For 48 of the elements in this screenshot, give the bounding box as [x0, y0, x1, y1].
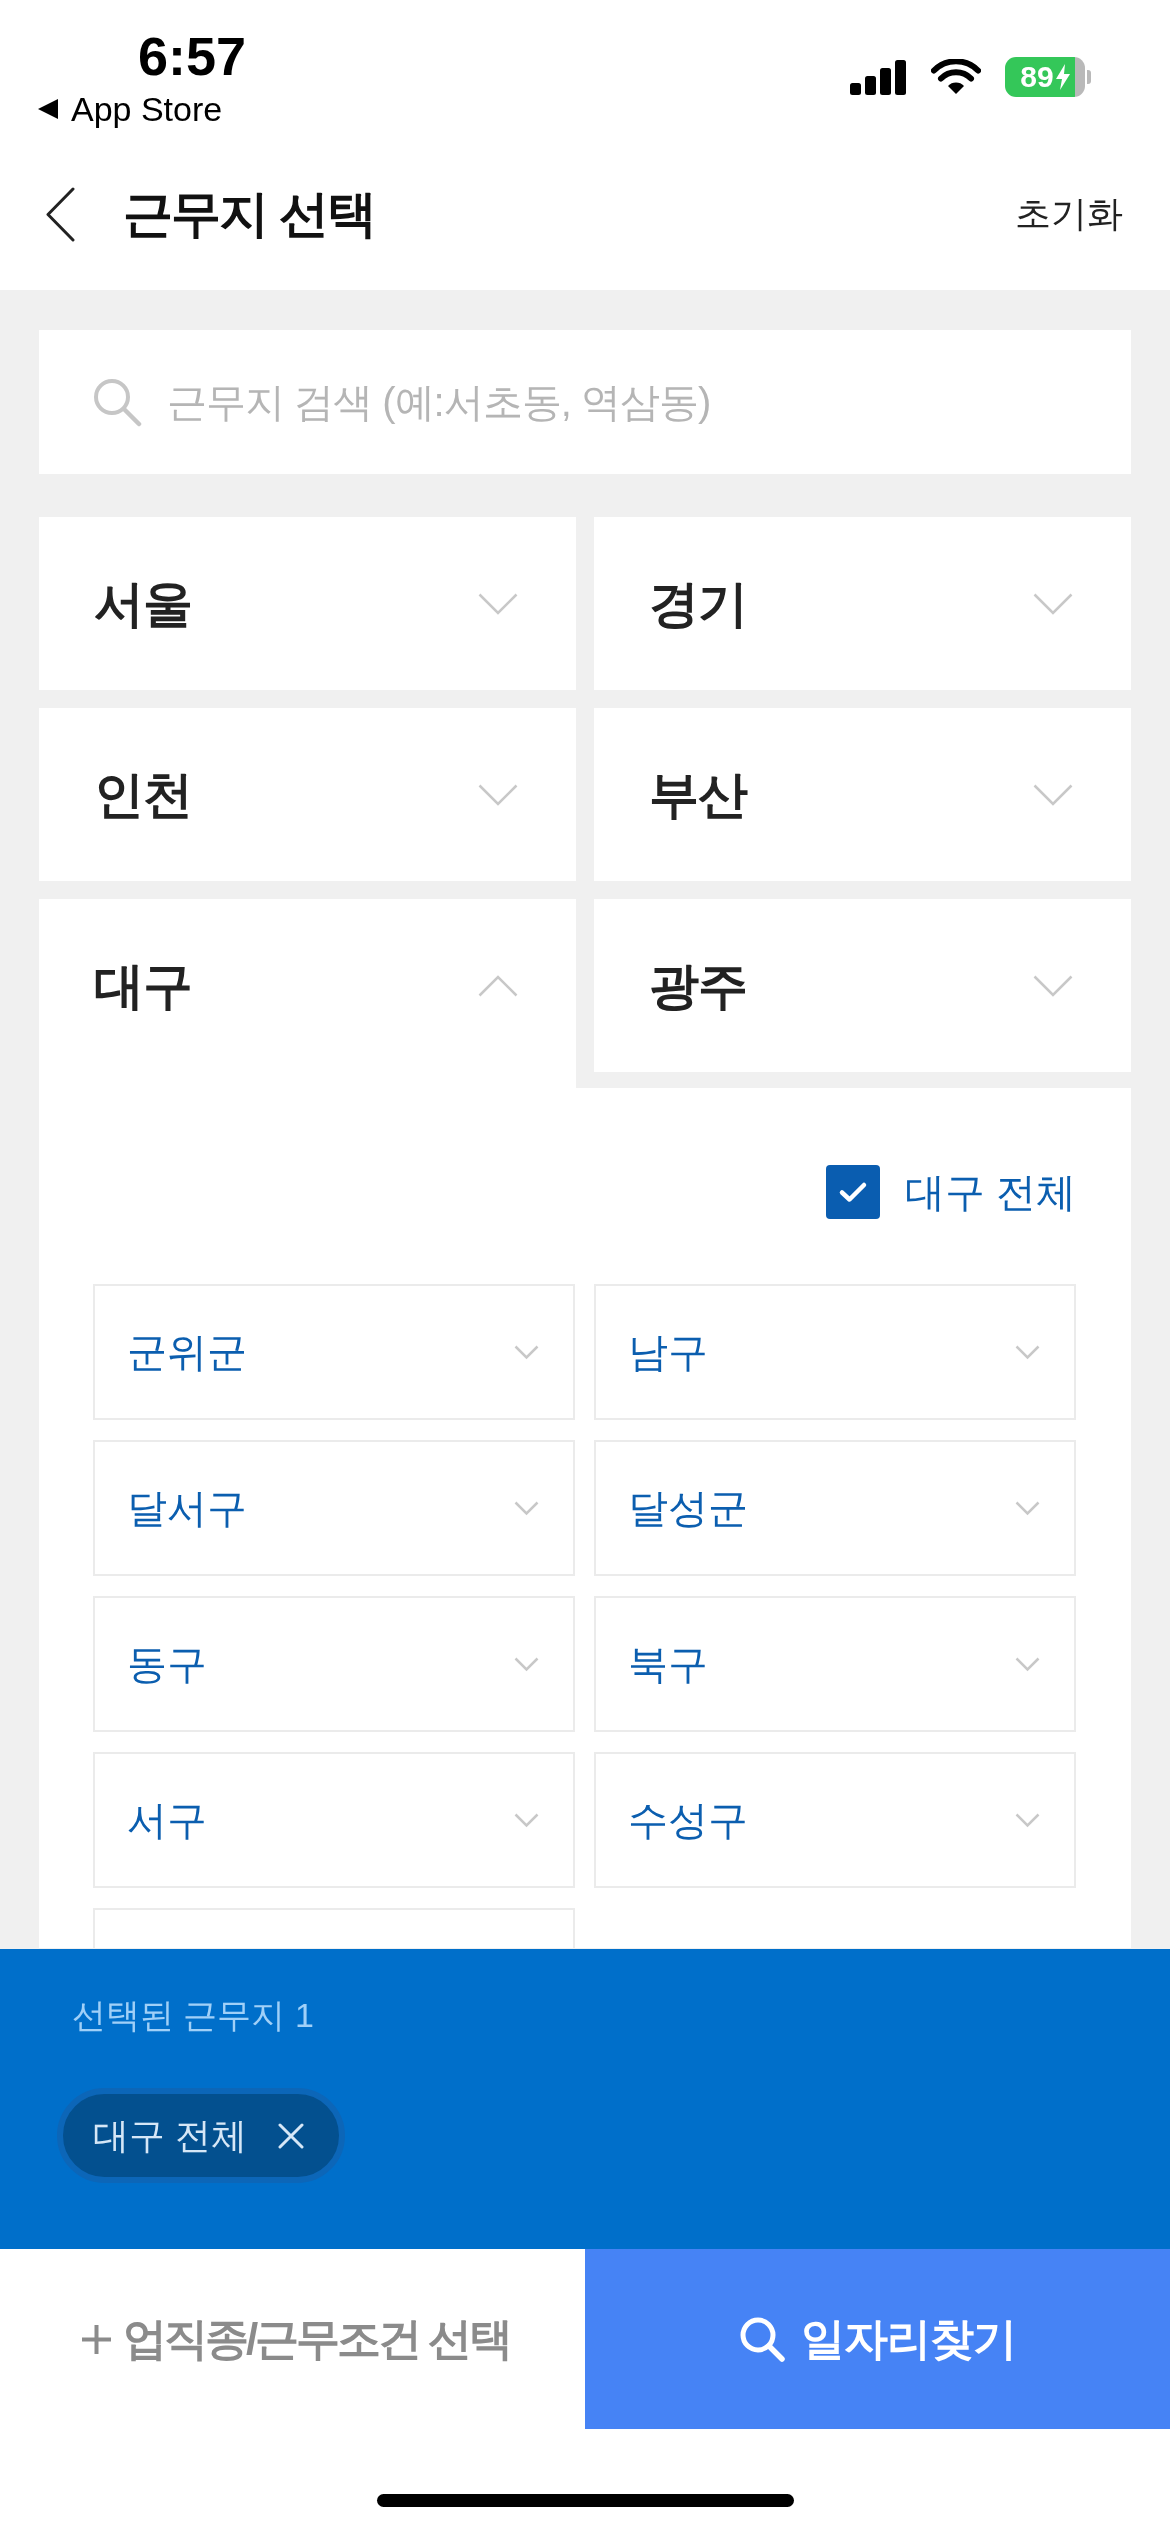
chevron-down-icon	[478, 592, 518, 615]
app-store-back-link[interactable]: App Store	[37, 90, 223, 128]
search-jobs-button[interactable]: 일자리찾기	[585, 2249, 1170, 2429]
region-item[interactable]: 대구	[39, 899, 576, 1088]
chevron-up-icon	[478, 974, 518, 997]
chevron-left-icon[interactable]	[45, 186, 75, 242]
plus-icon	[81, 2323, 112, 2355]
district-item[interactable]: 달성군	[594, 1440, 1076, 1576]
region-item[interactable]: 인천	[39, 708, 576, 881]
region-item[interactable]: 서울	[39, 517, 576, 690]
chevron-down-icon	[1033, 592, 1073, 615]
chevron-down-icon	[514, 1656, 539, 1672]
chevron-down-icon	[1015, 1344, 1040, 1360]
selected-count-label: 선택된 근무지 1	[71, 1995, 314, 2035]
district-item[interactable]: 달서구	[93, 1440, 575, 1576]
close-icon[interactable]	[278, 2122, 304, 2149]
district-item[interactable]: 군위군	[93, 1284, 575, 1420]
selected-chip[interactable]: 대구 전체	[57, 2088, 345, 2183]
bolt-icon	[1055, 64, 1070, 90]
search-field[interactable]: 근무지 검색 (예:서초동, 역삼동)	[39, 330, 1131, 474]
region-item[interactable]: 광주	[594, 899, 1131, 1072]
search-icon	[92, 377, 142, 427]
chevron-down-icon	[1033, 783, 1073, 806]
chevron-down-icon	[1033, 974, 1073, 997]
search-icon	[739, 2316, 785, 2362]
page-title: 근무지 선택	[123, 185, 375, 244]
reset-button[interactable]: 초기화	[1015, 192, 1123, 236]
chevron-down-icon	[514, 1344, 539, 1360]
chevron-down-icon	[1015, 1656, 1040, 1672]
chevron-down-icon	[514, 1500, 539, 1516]
battery-percent: 89	[1020, 62, 1054, 92]
chevron-down-icon	[1015, 1500, 1040, 1516]
select-all-label[interactable]: 대구 전체	[904, 1168, 1076, 1216]
district-item[interactable]: 동구	[93, 1596, 575, 1732]
status-time: 6:57	[138, 26, 247, 86]
district-item[interactable]: 남구	[594, 1284, 1076, 1420]
wifi-icon	[931, 59, 981, 95]
region-item[interactable]: 경기	[594, 517, 1131, 690]
district-item[interactable]: 북구	[594, 1596, 1076, 1732]
signal-icon	[850, 59, 907, 95]
chevron-down-icon	[1015, 1812, 1040, 1828]
checkbox[interactable]	[825, 1165, 880, 1219]
chevron-down-icon	[514, 1812, 539, 1828]
left-triangle-icon	[37, 98, 59, 120]
chevron-down-icon	[478, 783, 518, 806]
region-item[interactable]: 부산	[594, 708, 1131, 881]
district-item[interactable]: 수성구	[594, 1752, 1076, 1888]
district-item[interactable]: 서구	[93, 1752, 575, 1888]
